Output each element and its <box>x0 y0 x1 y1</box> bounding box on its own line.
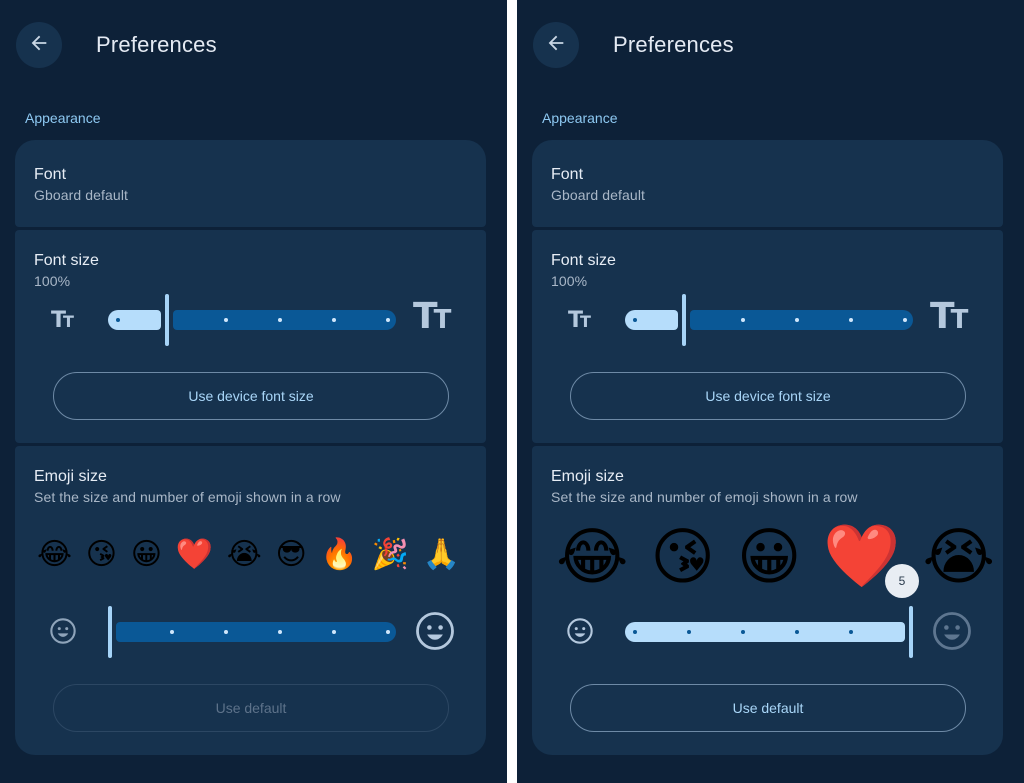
emoji-preview-item: ❤️ <box>175 537 214 571</box>
emoji-preview-item: 😀 <box>736 522 802 592</box>
emoji-size-value-tooltip: 5 <box>885 564 919 598</box>
smiley-small-icon <box>49 617 77 645</box>
font-size-title: Font size <box>34 252 99 269</box>
app-bar: Preferences <box>0 0 507 90</box>
smiley-small-icon <box>566 617 594 645</box>
slider-tick <box>386 630 390 634</box>
use-device-font-size-button[interactable]: Use device font size <box>53 372 449 420</box>
section-label-appearance: Appearance <box>25 110 101 126</box>
slider-tick <box>795 318 799 322</box>
slider-tick <box>386 318 390 322</box>
font-size-card: Font size 100% TT TT Use device font siz… <box>532 230 1003 443</box>
back-button[interactable] <box>16 22 62 68</box>
use-default-button[interactable]: Use default <box>53 684 449 732</box>
emoji-size-slider[interactable] <box>108 606 396 658</box>
slider-tick <box>633 318 637 322</box>
emoji-size-card: Emoji size Set the size and number of em… <box>15 446 486 755</box>
emoji-preview-item: 😎 <box>275 537 307 571</box>
font-size-large-icon: TT <box>930 296 968 337</box>
emoji-size-title: Emoji size <box>551 468 624 485</box>
use-device-font-size-button[interactable]: Use device font size <box>570 372 966 420</box>
slider-tick <box>849 630 853 634</box>
slider-handle[interactable] <box>165 294 169 346</box>
emoji-size-subtitle: Set the size and number of emoji shown i… <box>34 489 341 505</box>
preferences-screen-right: Preferences Appearance Font Gboard defau… <box>517 0 1024 783</box>
slider-inactive-track <box>173 310 396 330</box>
font-size-value: 100% <box>34 273 71 289</box>
font-size-card: Font size 100% TT TT Use device font siz… <box>15 230 486 443</box>
page-title: Preferences <box>613 32 734 57</box>
emoji-size-title: Emoji size <box>34 468 107 485</box>
slider-tick <box>687 630 691 634</box>
arrow-left-icon <box>545 32 567 59</box>
slider-tick <box>116 318 120 322</box>
slider-tick <box>741 630 745 634</box>
divider <box>507 0 517 783</box>
slider-inactive-track <box>690 310 913 330</box>
back-button[interactable] <box>533 22 579 68</box>
font-title: Font <box>551 166 584 183</box>
app-bar: Preferences <box>517 0 1024 90</box>
emoji-preview-item: 🙏 <box>422 537 460 571</box>
use-default-button[interactable]: Use default <box>570 684 966 732</box>
slider-tick <box>224 630 228 634</box>
slider-tick <box>903 318 907 322</box>
smiley-large-icon <box>931 610 973 652</box>
font-size-small-icon: TT <box>568 308 591 333</box>
emoji-size-subtitle: Set the size and number of emoji shown i… <box>551 489 858 505</box>
slider-tick <box>332 630 336 634</box>
font-title: Font <box>34 166 67 183</box>
emoji-preview-item: 😂 <box>556 522 629 592</box>
emoji-preview-item: 😂 <box>37 537 73 571</box>
slider-tick <box>278 318 282 322</box>
slider-tick <box>332 318 336 322</box>
emoji-preview-row: 😂 😘 😀 ❤️ 😭 😎 🔥 🎉 🙏 <box>37 534 460 574</box>
slider-tick <box>741 318 745 322</box>
font-value: Gboard default <box>34 187 129 203</box>
slider-tick <box>278 630 282 634</box>
slider-handle[interactable] <box>909 606 913 658</box>
font-size-slider[interactable] <box>625 294 913 346</box>
emoji-preview-item: 😀 <box>130 537 162 571</box>
slider-handle[interactable] <box>108 606 112 658</box>
arrow-left-icon <box>28 32 50 59</box>
slider-handle[interactable] <box>682 294 686 346</box>
emoji-preview-item: 🔥 <box>320 537 358 571</box>
preferences-screen-left: Preferences Appearance Font Gboard defau… <box>0 0 507 783</box>
font-size-title: Font size <box>551 252 616 269</box>
emoji-size-card: Emoji size Set the size and number of em… <box>532 446 1003 755</box>
emoji-size-slider[interactable] <box>625 606 913 658</box>
font-size-slider[interactable] <box>108 294 396 346</box>
slider-tick <box>795 630 799 634</box>
section-label-appearance: Appearance <box>542 110 618 126</box>
slider-tick <box>170 630 174 634</box>
page-title: Preferences <box>96 32 217 57</box>
font-size-large-icon: TT <box>413 296 451 337</box>
font-size-value: 100% <box>551 273 588 289</box>
emoji-preview-item: 😭 <box>226 537 262 571</box>
slider-active-track <box>625 622 905 642</box>
emoji-preview-row: 😂 😘 😀 ❤️ 😭 <box>556 516 995 596</box>
slider-tick <box>849 318 853 322</box>
slider-inactive-track <box>116 622 396 642</box>
emoji-preview-item: 😭 <box>922 522 995 592</box>
emoji-preview-item: 🎉 <box>371 537 409 571</box>
slider-tick <box>224 318 228 322</box>
emoji-preview-item: 😘 <box>85 537 118 571</box>
font-size-small-icon: TT <box>51 308 74 333</box>
emoji-preview-item: 😘 <box>650 522 715 592</box>
font-setting-row[interactable]: Font Gboard default <box>532 140 1003 227</box>
font-setting-row[interactable]: Font Gboard default <box>15 140 486 227</box>
slider-tick <box>633 630 637 634</box>
smiley-large-icon <box>414 610 456 652</box>
font-value: Gboard default <box>551 187 646 203</box>
